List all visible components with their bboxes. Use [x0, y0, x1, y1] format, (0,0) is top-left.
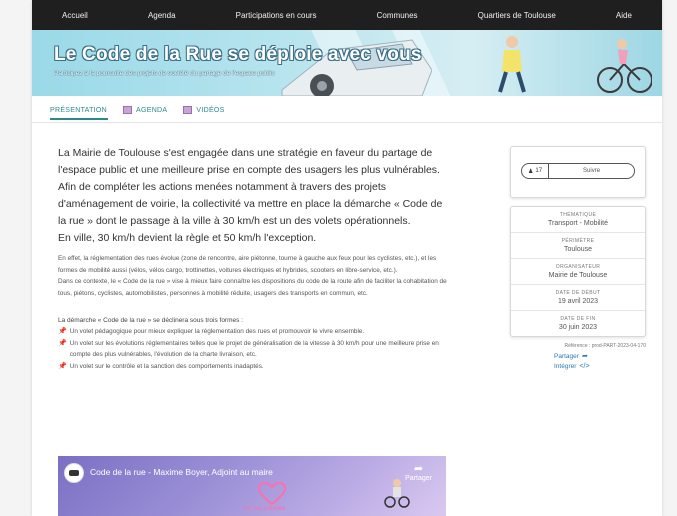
calendar-icon [123, 106, 133, 114]
info-label: DATE DE DÉBUT [555, 290, 601, 296]
cyclist-icon [384, 479, 410, 508]
content-tabs: PRÉSENTATION AGENDA VIDÉOS [50, 100, 225, 120]
embed-link[interactable]: Intégrer </> [510, 363, 646, 370]
active-tab-indicator [50, 118, 108, 120]
nav-aide[interactable]: Aide [616, 11, 632, 20]
tabs-divider [32, 122, 662, 123]
share-arrow-icon: ➦ [413, 463, 424, 475]
share-icon: ➦ [581, 353, 588, 360]
info-value: Toulouse [563, 246, 593, 253]
video-title[interactable]: Code de la rue - Maxime Boyer, Adjoint a… [90, 467, 273, 477]
detail-paragraphs: En effet, la réglementation des rues évo… [58, 253, 450, 299]
info-label: THÉMATIQUE [559, 212, 597, 218]
info-label: PÉRIMÈTRE [561, 238, 595, 244]
heart-logo-icon [258, 482, 286, 506]
info-organisateur: ORGANISATEUR Mairie de Toulouse [511, 259, 645, 285]
lead-last-line: En ville, 30 km/h devient la règle et 50… [58, 232, 317, 244]
browser-viewport: Accueil Agenda Participations en cours C… [0, 0, 677, 516]
detail-paragraph: Dans ce contexte, le « Code de la rue » … [58, 278, 447, 297]
page-subtitle: Participez à la poursuite des projets de… [54, 70, 275, 77]
nav-quartiers[interactable]: Quartiers de Toulouse [478, 11, 556, 20]
lead-text: La Mairie de Toulouse s'est engagée dans… [58, 147, 443, 227]
tab-label: AGENDA [136, 106, 168, 114]
list-item-text: Un volet pédagogique pour mieux explique… [69, 328, 365, 335]
info-value: Transport - Mobilité [547, 220, 609, 227]
info-thematique: THÉMATIQUE Transport - Mobilité [511, 207, 645, 233]
share-link[interactable]: Partager ➦ [510, 352, 646, 360]
info-date-debut: DATE DE DÉBUT 19 avril 2023 [511, 285, 645, 311]
tab-label: VIDÉOS [196, 106, 225, 114]
video-caption: Dis Vélo à Mobilité [244, 506, 286, 512]
reference-text: Référence : prod-PART-2023-04-170 [564, 343, 646, 349]
demarche-heading: La démarche « Code de la rue » se déclin… [58, 317, 243, 324]
channel-avatar[interactable] [64, 463, 84, 483]
info-perimetre: PÉRIMÈTRE Toulouse [511, 233, 645, 259]
info-label: DATE DE FIN [560, 316, 596, 322]
list-item: 📌 Un volet sur le contrôle et la sanctio… [58, 361, 450, 373]
page-banner: Le Code de la Rue se déploie avec vous P… [32, 30, 662, 96]
info-value: Mairie de Toulouse [548, 272, 608, 279]
follower-count-value: 17 [535, 168, 543, 174]
follower-count: ♟ 17 [522, 164, 550, 178]
page-title: Le Code de la Rue se déploie avec vous [54, 44, 422, 65]
list-item: 📌 Un volet sur les évolutions réglementa… [58, 338, 450, 361]
info-label: ORGANISATEUR [555, 264, 601, 270]
top-navigation: Accueil Agenda Participations en cours C… [32, 0, 662, 30]
pin-icon: 📌 [58, 339, 67, 347]
follow-card: ♟ 17 Suivre [510, 146, 646, 198]
follow-control: ♟ 17 Suivre [521, 163, 635, 179]
nav-communes[interactable]: Communes [377, 11, 418, 20]
list-item: 📌 Un volet pédagogique pour mieux expliq… [58, 326, 450, 338]
code-icon: </> [579, 363, 590, 370]
info-card: THÉMATIQUE Transport - Mobilité PÉRIMÈTR… [510, 206, 646, 337]
list-item-text: Un volet sur les évolutions réglementair… [69, 339, 439, 359]
info-date-fin: DATE DE FIN 30 juin 2023 [511, 311, 645, 336]
list-item-text: Un volet sur le contrôle et la sanction … [69, 362, 264, 370]
pin-icon: 📌 [58, 362, 67, 370]
pin-icon: 📌 [58, 328, 67, 335]
nav-accueil[interactable]: Accueil [62, 11, 88, 20]
embed-link-label: Intégrer [554, 363, 577, 370]
nav-participations[interactable]: Participations en cours [236, 11, 317, 20]
detail-paragraph: En effet, la réglementation des rues évo… [58, 255, 437, 274]
follow-button[interactable]: Suivre [549, 168, 634, 174]
share-link-label: Partager [554, 353, 579, 360]
tab-label: PRÉSENTATION [50, 106, 108, 114]
tab-presentation[interactable]: PRÉSENTATION [50, 107, 107, 114]
lead-paragraph: La Mairie de Toulouse s'est engagée dans… [58, 145, 450, 247]
user-icon: ♟ [528, 168, 534, 175]
nav-agenda[interactable]: Agenda [148, 11, 176, 20]
main-content: La Mairie de Toulouse s'est engagée dans… [58, 145, 450, 372]
cyclist-illustration-icon [597, 39, 652, 93]
tab-agenda[interactable]: AGENDA [123, 106, 167, 114]
pedestrian-illustration-icon [498, 36, 526, 93]
page-container: Accueil Agenda Participations en cours C… [32, 0, 662, 516]
info-value: 30 juin 2023 [558, 324, 598, 331]
embedded-video[interactable]: Code de la rue - Maxime Boyer, Adjoint a… [58, 456, 446, 516]
info-value: 19 avril 2023 [557, 298, 599, 305]
sidebar: ♟ 17 Suivre THÉMATIQUE Transport - Mobil… [510, 146, 646, 370]
tab-videos[interactable]: VIDÉOS [183, 106, 224, 114]
video-icon [183, 106, 193, 114]
